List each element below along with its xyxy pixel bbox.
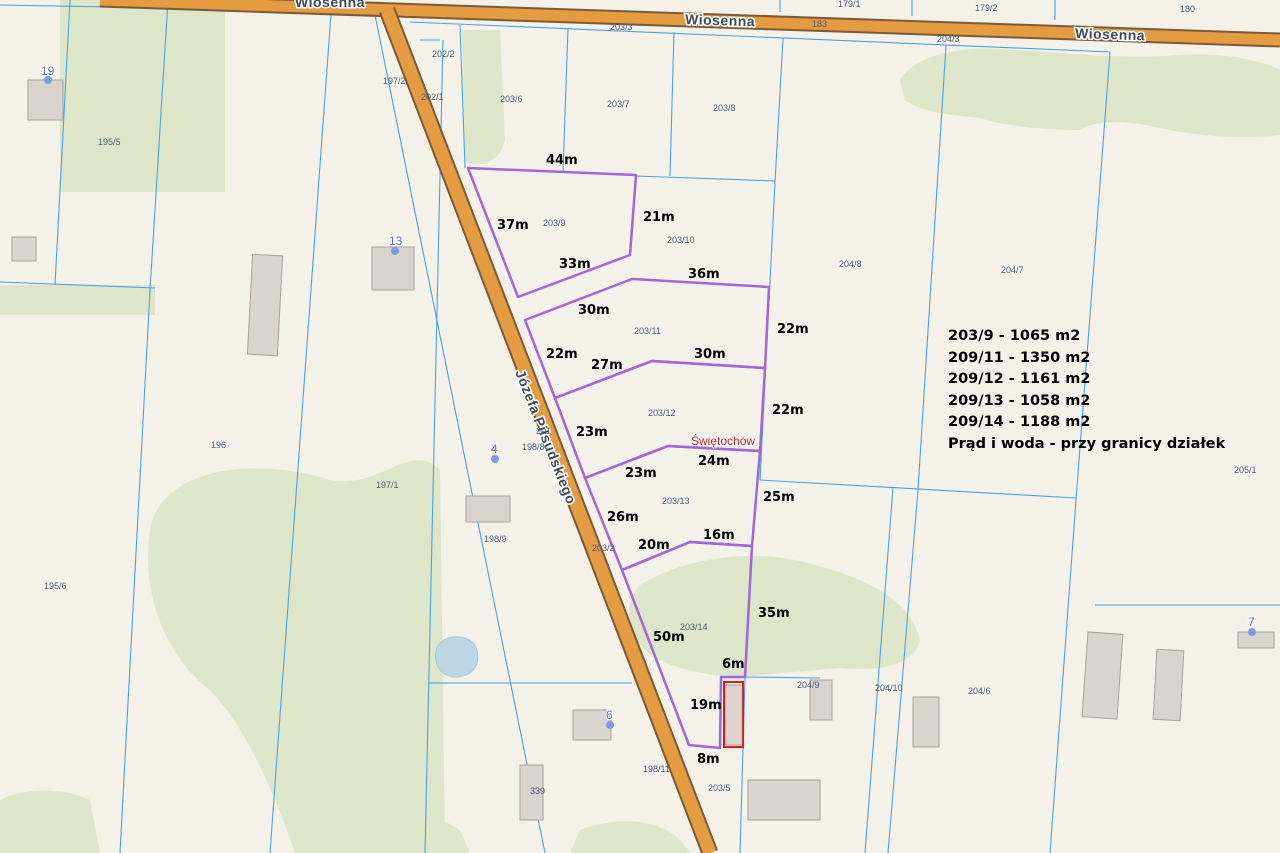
- parcel-label: 195/6: [44, 581, 67, 591]
- dimension-label: 26m: [607, 510, 639, 525]
- dimension-label: 33m: [559, 257, 591, 272]
- building: [1152, 648, 1185, 722]
- building: [246, 253, 284, 357]
- parcel-label: 198/8: [522, 442, 545, 452]
- parcel-label: 203/13: [662, 496, 690, 506]
- parcel-label: 204/8: [839, 259, 862, 269]
- building: [1237, 631, 1275, 649]
- house-number: 6: [606, 708, 613, 722]
- building: [465, 495, 511, 523]
- dimension-label: 30m: [578, 303, 610, 318]
- dimension-label: 44m: [546, 153, 578, 168]
- parcel-label: 197/2: [383, 76, 406, 86]
- parcel-label: 205/1: [1234, 465, 1257, 475]
- parcel-label: 339: [530, 786, 545, 796]
- parcel-label: 203/5: [708, 783, 731, 793]
- vegetation-area: [60, 0, 225, 192]
- dimension-label: 36m: [688, 267, 720, 282]
- legend-line: 209/13 - 1058 m2: [948, 393, 1090, 409]
- parcel-label: 180: [1180, 4, 1195, 14]
- legend-line: Prąd i woda - przy granicy działek: [948, 436, 1226, 452]
- address-pin-icon: [1248, 628, 1256, 636]
- address-pin-icon: [491, 455, 499, 463]
- building: [912, 696, 940, 748]
- parcel-label: 203/10: [667, 235, 695, 245]
- parcel-label: 204/7: [1001, 265, 1024, 275]
- dimension-label: 25m: [763, 490, 795, 505]
- parcel-label: 201: [536, 426, 551, 436]
- building: [11, 236, 37, 262]
- building: [1081, 631, 1124, 720]
- dimension-label: 23m: [576, 425, 608, 440]
- parcel-label: 203/11: [634, 326, 661, 336]
- parcel-label: 203/3: [610, 22, 633, 32]
- parcel-label: 202/2: [432, 49, 455, 59]
- dimension-label: 6m: [722, 657, 745, 672]
- parcel-label: 198/9: [484, 534, 507, 544]
- parcel-label: 203/9: [543, 218, 566, 228]
- parcel-label: 202/1: [421, 92, 444, 102]
- parcel-label: 196: [211, 440, 226, 450]
- legend-line: 209/12 - 1161 m2: [948, 371, 1090, 387]
- parcel-label: 198/11: [643, 764, 670, 774]
- dimension-label: 24m: [698, 454, 730, 469]
- building: [27, 79, 64, 121]
- parcel-label: 203/12: [648, 408, 676, 418]
- legend-line: 209/14 - 1188 m2: [948, 414, 1090, 430]
- house-number: 4: [491, 442, 498, 456]
- parcel-label: 179/1: [838, 0, 861, 9]
- parcel-label: 195/5: [98, 137, 121, 147]
- parcel-label: 203/6: [500, 94, 523, 104]
- dimension-label: 20m: [638, 538, 670, 553]
- parcel-label: 203/2: [592, 543, 615, 553]
- dimension-label: 35m: [758, 606, 790, 621]
- dimension-label: 22m: [546, 347, 578, 362]
- dimension-label: 30m: [694, 347, 726, 362]
- parcel-label: 183: [812, 19, 827, 29]
- dimension-label: 23m: [625, 466, 657, 481]
- parcel-label: 197/1: [376, 480, 399, 490]
- house-number: 13: [389, 234, 403, 248]
- parcel-label: 204/6: [968, 686, 991, 696]
- parcel-label: 179/2: [975, 3, 998, 13]
- house-number: 7: [1248, 615, 1255, 629]
- address-pin-icon: [391, 247, 399, 255]
- vegetation-area: [0, 285, 155, 315]
- dimension-label: 21m: [643, 210, 675, 225]
- dimension-label: 37m: [497, 218, 529, 233]
- dimension-label: 22m: [772, 403, 804, 418]
- dimension-label: 16m: [703, 528, 735, 543]
- vegetation-area: [0, 790, 100, 853]
- parcel-label: 204/9: [797, 680, 820, 690]
- dimension-label: 50m: [653, 630, 685, 645]
- dimension-label: 27m: [591, 358, 623, 373]
- legend-line: 203/9 - 1065 m2: [948, 328, 1080, 344]
- building: [724, 684, 744, 746]
- parcel-label: 203/8: [713, 103, 736, 113]
- address-pin-icon: [606, 721, 614, 729]
- house-number: 19: [41, 64, 55, 78]
- street-label-wiosenna: Wiosenna: [295, 0, 365, 10]
- parcel-label: 204/3: [937, 34, 960, 44]
- pond: [435, 636, 479, 678]
- building: [747, 779, 821, 821]
- vegetation-area: [462, 30, 505, 164]
- dimension-label: 22m: [777, 322, 809, 337]
- parcel-label: 204/10: [875, 683, 903, 693]
- cadastral-map[interactable]: Wiosenna Wiosenna Wiosenna Józefa Piłsud…: [0, 0, 1280, 853]
- dimension-label: 8m: [697, 752, 720, 767]
- parcel-label: 203/7: [607, 99, 630, 109]
- street-label-wiosenna: Wiosenna: [685, 11, 755, 29]
- legend-line: 209/11 - 1350 m2: [948, 350, 1090, 366]
- dimension-label: 19m: [690, 698, 722, 713]
- place-label: Świętochów: [691, 433, 755, 448]
- street-label-wiosenna: Wiosenna: [1075, 25, 1145, 43]
